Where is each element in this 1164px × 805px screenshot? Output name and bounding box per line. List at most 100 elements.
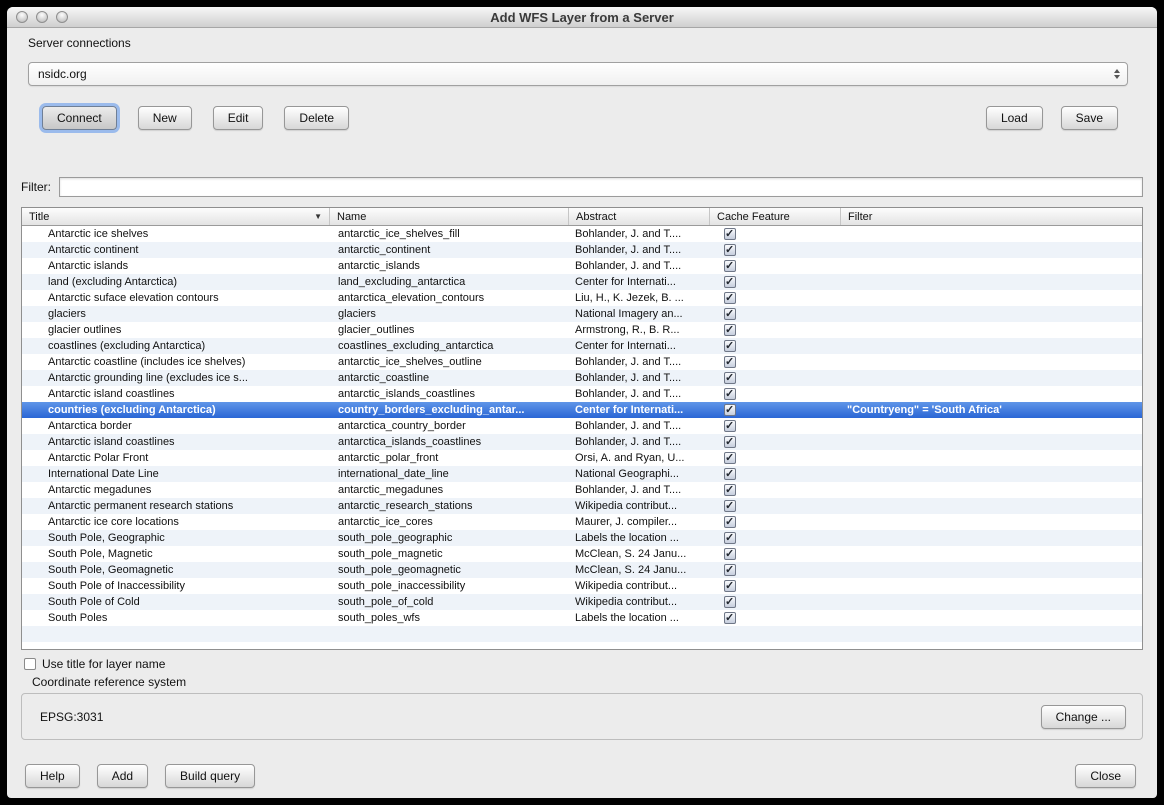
window-title: Add WFS Layer from a Server: [490, 10, 674, 25]
table-row[interactable]: Antarctic permanent research stations an…: [22, 498, 1142, 514]
row-abstract: Liu, H., K. Jezek, B. ...: [569, 292, 710, 304]
row-abstract: Center for Internati...: [569, 276, 710, 288]
row-title: South Pole of Inaccessibility: [22, 580, 330, 592]
cache-feature-checkbox[interactable]: [724, 452, 736, 464]
row-name: international_date_line: [330, 468, 569, 480]
zoom-window-button[interactable]: [56, 11, 68, 23]
cache-feature-checkbox[interactable]: [724, 420, 736, 432]
cache-feature-checkbox[interactable]: [724, 308, 736, 320]
row-title: glaciers: [22, 308, 330, 320]
cache-feature-checkbox[interactable]: [724, 324, 736, 336]
row-name: glaciers: [330, 308, 569, 320]
use-title-checkbox[interactable]: [24, 658, 36, 670]
add-wfs-layer-dialog: Add WFS Layer from a Server Server conne…: [7, 7, 1157, 798]
cache-feature-checkbox[interactable]: [724, 500, 736, 512]
load-button[interactable]: Load: [986, 106, 1043, 130]
row-name: south_pole_inaccessibility: [330, 580, 569, 592]
cache-feature-checkbox[interactable]: [724, 612, 736, 624]
table-row[interactable]: Antarctic continent antarctic_continent …: [22, 242, 1142, 258]
cache-feature-checkbox[interactable]: [724, 532, 736, 544]
row-name: country_borders_excluding_antar...: [330, 404, 569, 416]
minimize-window-button[interactable]: [36, 11, 48, 23]
connect-button[interactable]: Connect: [42, 106, 117, 130]
row-name: antarctica_country_border: [330, 420, 569, 432]
column-header-filter[interactable]: Filter: [841, 208, 1142, 225]
add-button[interactable]: Add: [97, 764, 148, 788]
row-abstract: Maurer, J. compiler...: [569, 516, 710, 528]
new-button[interactable]: New: [138, 106, 192, 130]
table-row[interactable]: glaciers glaciers National Imagery an...: [22, 306, 1142, 322]
cache-feature-checkbox[interactable]: [724, 468, 736, 480]
row-name: antarctic_islands_coastlines: [330, 388, 569, 400]
cache-feature-checkbox[interactable]: [724, 516, 736, 528]
row-cache-cell: [710, 324, 841, 336]
filter-input[interactable]: [59, 177, 1143, 197]
cache-feature-checkbox[interactable]: [724, 292, 736, 304]
cache-feature-checkbox[interactable]: [724, 228, 736, 240]
cache-feature-checkbox[interactable]: [724, 404, 736, 416]
table-row[interactable]: countries (excluding Antarctica) country…: [22, 402, 1142, 418]
row-abstract: Bohlander, J. and T....: [569, 356, 710, 368]
cache-feature-checkbox[interactable]: [724, 436, 736, 448]
table-row[interactable]: South Poles south_poles_wfs Labels the l…: [22, 610, 1142, 626]
column-header-abstract[interactable]: Abstract: [569, 208, 710, 225]
cache-feature-checkbox[interactable]: [724, 484, 736, 496]
window-titlebar[interactable]: Add WFS Layer from a Server: [7, 7, 1157, 28]
desktop-background: Add WFS Layer from a Server Server conne…: [0, 0, 1164, 805]
cache-feature-checkbox[interactable]: [724, 548, 736, 560]
table-row[interactable]: Antarctic island coastlines antarctic_is…: [22, 386, 1142, 402]
change-crs-button[interactable]: Change ...: [1041, 705, 1126, 729]
row-cache-cell: [710, 500, 841, 512]
row-title: Antarctic island coastlines: [22, 388, 330, 400]
table-row[interactable]: Antarctica border antarctica_country_bor…: [22, 418, 1142, 434]
table-row[interactable]: Antarctic ice core locations antarctic_i…: [22, 514, 1142, 530]
help-button[interactable]: Help: [25, 764, 80, 788]
row-title: glacier outlines: [22, 324, 330, 336]
row-title: Antarctic permanent research stations: [22, 500, 330, 512]
table-row[interactable]: Antarctic island coastlines antarctica_i…: [22, 434, 1142, 450]
table-row[interactable]: South Pole, Geomagnetic south_pole_geoma…: [22, 562, 1142, 578]
cache-feature-checkbox[interactable]: [724, 564, 736, 576]
cache-feature-checkbox[interactable]: [724, 356, 736, 368]
row-name: antarctic_polar_front: [330, 452, 569, 464]
row-title: coastlines (excluding Antarctica): [22, 340, 330, 352]
table-row[interactable]: Antarctic Polar Front antarctic_polar_fr…: [22, 450, 1142, 466]
cache-feature-checkbox[interactable]: [724, 260, 736, 272]
table-row[interactable]: coastlines (excluding Antarctica) coastl…: [22, 338, 1142, 354]
table-row[interactable]: South Pole of Cold south_pole_of_cold Wi…: [22, 594, 1142, 610]
server-connection-select[interactable]: nsidc.org: [28, 62, 1128, 86]
column-header-cache-feature[interactable]: Cache Feature: [710, 208, 841, 225]
row-name: antarctica_islands_coastlines: [330, 436, 569, 448]
table-row[interactable]: Antarctic ice shelves antarctic_ice_shel…: [22, 226, 1142, 242]
table-row[interactable]: Antarctic megadunes antarctic_megadunes …: [22, 482, 1142, 498]
delete-button[interactable]: Delete: [284, 106, 349, 130]
row-abstract: Wikipedia contribut...: [569, 596, 710, 608]
save-button[interactable]: Save: [1061, 106, 1118, 130]
table-row[interactable]: South Pole, Magnetic south_pole_magnetic…: [22, 546, 1142, 562]
cache-feature-checkbox[interactable]: [724, 580, 736, 592]
row-name: antarctic_ice_cores: [330, 516, 569, 528]
close-window-button[interactable]: [16, 11, 28, 23]
close-button[interactable]: Close: [1075, 764, 1136, 788]
cache-feature-checkbox[interactable]: [724, 596, 736, 608]
build-query-button[interactable]: Build query: [165, 764, 255, 788]
column-header-name[interactable]: Name: [330, 208, 569, 225]
table-row[interactable]: South Pole, Geographic south_pole_geogra…: [22, 530, 1142, 546]
row-name: antarctica_elevation_contours: [330, 292, 569, 304]
table-row[interactable]: glacier outlines glacier_outlines Armstr…: [22, 322, 1142, 338]
table-row[interactable]: Antarctic grounding line (excludes ice s…: [22, 370, 1142, 386]
row-name: south_pole_geographic: [330, 532, 569, 544]
table-row[interactable]: International Date Line international_da…: [22, 466, 1142, 482]
cache-feature-checkbox[interactable]: [724, 244, 736, 256]
table-row[interactable]: Antarctic coastline (includes ice shelve…: [22, 354, 1142, 370]
table-row[interactable]: South Pole of Inaccessibility south_pole…: [22, 578, 1142, 594]
cache-feature-checkbox[interactable]: [724, 388, 736, 400]
table-row[interactable]: Antarctic islands antarctic_islands Bohl…: [22, 258, 1142, 274]
cache-feature-checkbox[interactable]: [724, 276, 736, 288]
table-row[interactable]: Antarctic suface elevation contours anta…: [22, 290, 1142, 306]
edit-button[interactable]: Edit: [213, 106, 264, 130]
column-header-title[interactable]: Title ▼: [22, 208, 330, 225]
cache-feature-checkbox[interactable]: [724, 340, 736, 352]
table-row[interactable]: land (excluding Antarctica) land_excludi…: [22, 274, 1142, 290]
cache-feature-checkbox[interactable]: [724, 372, 736, 384]
